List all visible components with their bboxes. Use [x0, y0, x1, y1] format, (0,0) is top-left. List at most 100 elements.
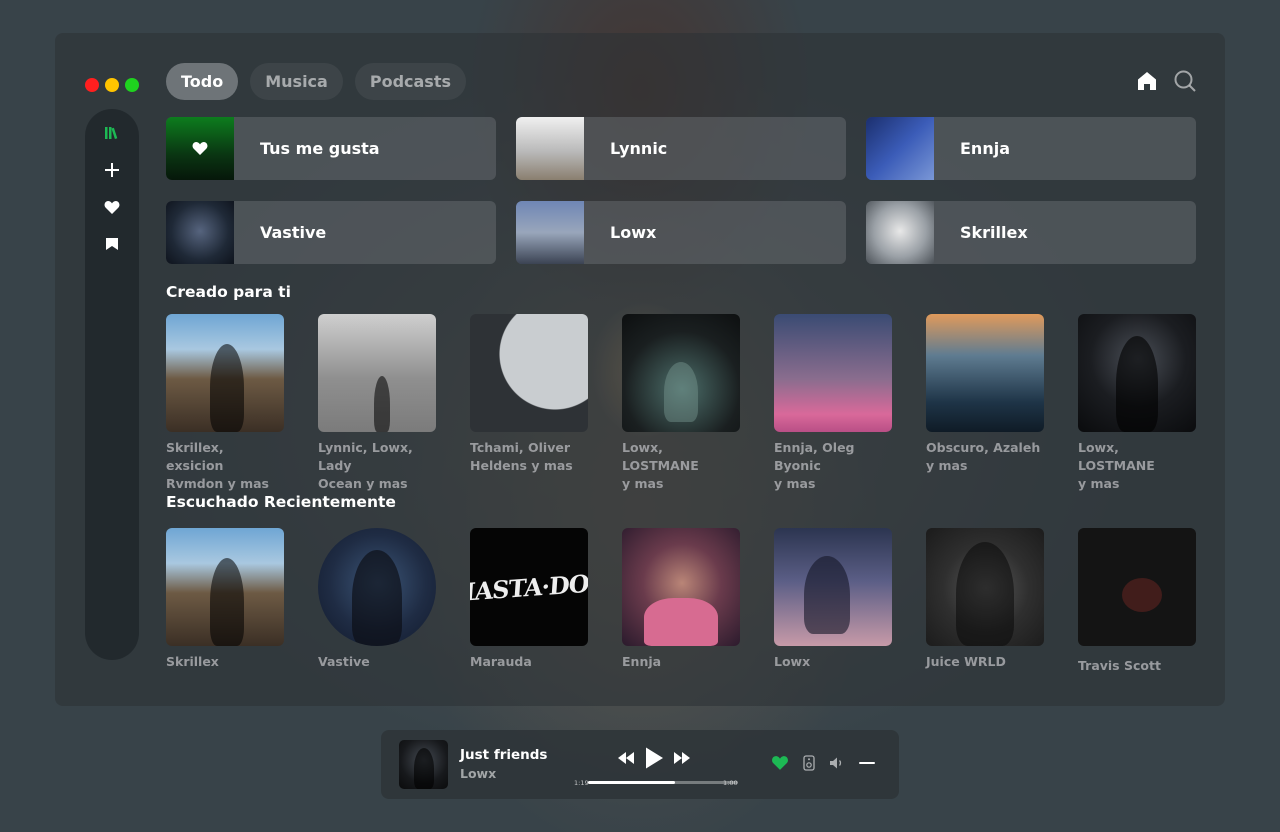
mix-caption-line: Ocean y mas [318, 476, 408, 491]
recent-card[interactable]: Travis Scott [1078, 528, 1196, 675]
recent-cover [926, 528, 1044, 646]
mix-caption-line: Lynnic, Lowx, Lady [318, 440, 413, 473]
quick-pick-lowx[interactable]: Lowx [516, 201, 846, 264]
heart-icon[interactable] [102, 197, 122, 217]
cover-logo-text: MASTA·DON [470, 566, 588, 608]
recent-caption: Travis Scott [1078, 658, 1161, 673]
mix-card[interactable]: Ennja, Oleg Byonic y mas [774, 314, 892, 493]
mix-caption-line: Lowx, LOSTMANE [622, 440, 699, 473]
mix-cover [470, 314, 588, 432]
progress-slider[interactable] [588, 781, 738, 791]
mix-cover [774, 314, 892, 432]
filter-tabs: Todo Musica Podcasts [166, 63, 466, 100]
top-actions [1135, 69, 1197, 93]
mix-card[interactable]: Obscuro, Azaleh y mas [926, 314, 1044, 493]
mix-caption: Obscuro, Azaleh y mas [926, 439, 1044, 475]
recent-cover [166, 528, 284, 646]
mix-card[interactable]: Lynnic, Lowx, Lady Ocean y mas [318, 314, 436, 493]
quick-pick-label: Lynnic [610, 139, 668, 158]
mix-card[interactable]: Tchami, Oliver Heldens y mas [470, 314, 588, 493]
quick-pick-label: Ennja [960, 139, 1010, 158]
tab-podcasts[interactable]: Podcasts [354, 63, 466, 100]
recent-card[interactable]: MASTA·DON Marauda [470, 528, 588, 675]
quick-pick-label: Tus me gusta [260, 139, 380, 158]
mix-caption-line: Tchami, Oliver [470, 440, 571, 455]
recent-cover [318, 528, 436, 646]
total-time: 1:00 [723, 779, 738, 787]
next-icon[interactable] [673, 751, 691, 765]
speaker-device-icon[interactable] [803, 755, 815, 771]
tab-musica[interactable]: Musica [250, 63, 343, 100]
plus-icon[interactable] [102, 160, 122, 180]
lowx-cover [516, 201, 584, 264]
recent-caption: Marauda [470, 654, 532, 669]
mix-caption: Ennja, Oleg Byonic y mas [774, 439, 892, 493]
mix-caption-line: y mas [622, 476, 664, 491]
window-controls [85, 78, 139, 92]
recently-played-title: Escuchado Recientemente [166, 493, 396, 511]
elapsed-time: 1:19 [574, 779, 589, 787]
now-playing-cover [399, 740, 448, 789]
playback-controls [617, 746, 691, 770]
quick-pick-label: Lowx [610, 223, 657, 242]
mix-card[interactable]: Lowx, LOSTMANE y mas [622, 314, 740, 493]
mix-caption-line: y mas [1078, 476, 1120, 491]
mix-cover [318, 314, 436, 432]
recent-caption: Ennja [622, 654, 662, 669]
quick-pick-skrillex[interactable]: Skrillex [866, 201, 1196, 264]
vastive-cover [166, 201, 234, 264]
recent-caption: Juice WRLD [926, 654, 1006, 669]
recent-card[interactable]: Skrillex [166, 528, 284, 675]
recently-played-row: Skrillex Vastive MASTA·DON Marauda Ennja… [166, 528, 1196, 675]
progress-fill [588, 781, 675, 784]
mix-caption: Lowx, LOSTMANE y mas [1078, 439, 1196, 493]
quick-pick-vastive[interactable]: Vastive [166, 201, 496, 264]
mix-cover [622, 314, 740, 432]
mix-cover [926, 314, 1044, 432]
play-icon[interactable] [643, 746, 665, 770]
minimize-window-button[interactable] [105, 78, 119, 92]
quick-picks: Tus me gusta Lynnic Ennja Vastive Lowx S… [166, 117, 1196, 264]
recent-cover [622, 528, 740, 646]
made-for-you-row: Skrillex, exsicion Rvmdon y mas Lynnic, … [166, 314, 1196, 493]
made-for-you-title: Creado para ti [166, 283, 291, 301]
maximize-window-button[interactable] [125, 78, 139, 92]
quick-pick-label: Vastive [260, 223, 327, 242]
mix-caption: Skrillex, exsicion Rvmdon y mas [166, 439, 284, 493]
mix-caption-line: Heldens y mas [470, 458, 573, 473]
recent-card[interactable]: Juice WRLD [926, 528, 1044, 675]
close-window-button[interactable] [85, 78, 99, 92]
mix-card[interactable]: Skrillex, exsicion Rvmdon y mas [166, 314, 284, 493]
recent-caption: Vastive [318, 654, 370, 669]
mix-caption: Tchami, Oliver Heldens y mas [470, 439, 588, 475]
ennja-cover [866, 117, 934, 180]
quick-pick-lynnic[interactable]: Lynnic [516, 117, 846, 180]
home-icon[interactable] [1135, 69, 1159, 93]
like-heart-icon[interactable] [771, 755, 789, 771]
tab-todo[interactable]: Todo [166, 63, 239, 100]
mix-caption-line: Ennja, Oleg Byonic [774, 440, 855, 473]
search-icon[interactable] [1173, 69, 1197, 93]
bookmark-icon[interactable] [102, 234, 122, 254]
mix-cover [1078, 314, 1196, 432]
mix-caption-line: y mas [774, 476, 816, 491]
quick-pick-ennja[interactable]: Ennja [866, 117, 1196, 180]
quick-pick-label: Skrillex [960, 223, 1028, 242]
now-playing-artist[interactable]: Lowx [460, 766, 496, 781]
recent-card[interactable]: Ennja [622, 528, 740, 675]
recent-card[interactable]: Lowx [774, 528, 892, 675]
volume-slider[interactable] [859, 762, 875, 764]
mix-cover [166, 314, 284, 432]
recent-card[interactable]: Vastive [318, 528, 436, 675]
recent-caption: Skrillex [166, 654, 219, 669]
extra-controls [771, 755, 875, 771]
mix-caption-line: Rvmdon y mas [166, 476, 269, 491]
quick-pick-liked-songs[interactable]: Tus me gusta [166, 117, 496, 180]
mix-card[interactable]: Lowx, LOSTMANE y mas [1078, 314, 1196, 493]
recent-cover [774, 528, 892, 646]
volume-icon[interactable] [829, 756, 845, 770]
skrillex-cover [866, 201, 934, 264]
recent-cover: MASTA·DON [470, 528, 588, 646]
library-icon[interactable] [102, 123, 122, 143]
previous-icon[interactable] [617, 751, 635, 765]
